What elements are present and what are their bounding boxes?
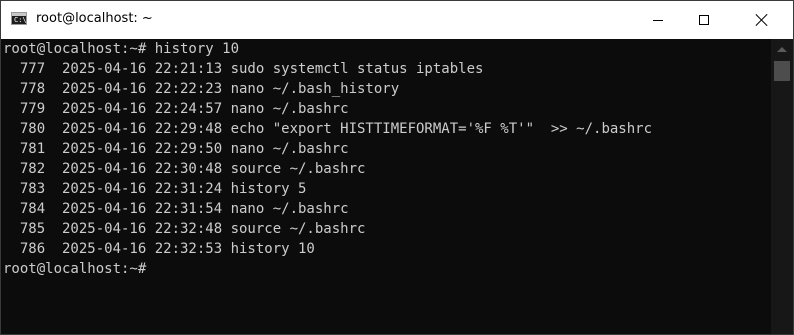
app-icon-label: C:\ [14,16,27,24]
history-entry: 779 2025-04-16 22:24:57 nano ~/.bashrc [3,101,349,117]
minimize-icon [653,19,663,21]
terminal-app-icon[interactable]: C:\ [11,12,27,25]
history-entry: 782 2025-04-16 22:30:48 source ~/.bashrc [3,161,366,177]
history-entry: 785 2025-04-16 22:32:48 source ~/.bashrc [3,221,366,237]
vertical-scrollbar[interactable] [771,39,793,334]
history-entry: 786 2025-04-16 22:32:53 history 10 [3,241,315,257]
history-entry: 783 2025-04-16 22:31:24 history 5 [3,181,307,197]
history-entry: 778 2025-04-16 22:22:23 nano ~/.bash_his… [3,81,400,97]
maximize-icon [699,15,709,25]
maximize-button[interactable] [681,1,727,39]
history-entry: 784 2025-04-16 22:31:54 nano ~/.bashrc [3,201,349,217]
history-entry: 777 2025-04-16 22:21:13 sudo systemctl s… [3,61,484,77]
close-button[interactable] [739,1,785,39]
arrow-up-icon [777,46,787,52]
minimize-button[interactable] [635,1,681,39]
scroll-up-button[interactable] [771,39,793,59]
title-bar[interactable]: C:\ root@localhost: ~ [1,1,793,39]
prompt-line[interactable]: root@localhost:~# [3,259,155,279]
command-line: root@localhost:~# history 10 [3,41,240,57]
close-icon [756,14,768,26]
history-entry: 780 2025-04-16 22:29:48 echo "export HIS… [3,121,653,137]
history-entry: 781 2025-04-16 22:29:50 nano ~/.bashrc [3,141,349,157]
scroll-thumb[interactable] [774,61,790,81]
window-title: root@localhost: ~ [36,11,153,26]
terminal-window: C:\ root@localhost: ~ root@localhost:~# … [0,0,794,335]
terminal-output[interactable]: root@localhost:~# history 10 777 2025-04… [1,39,771,334]
